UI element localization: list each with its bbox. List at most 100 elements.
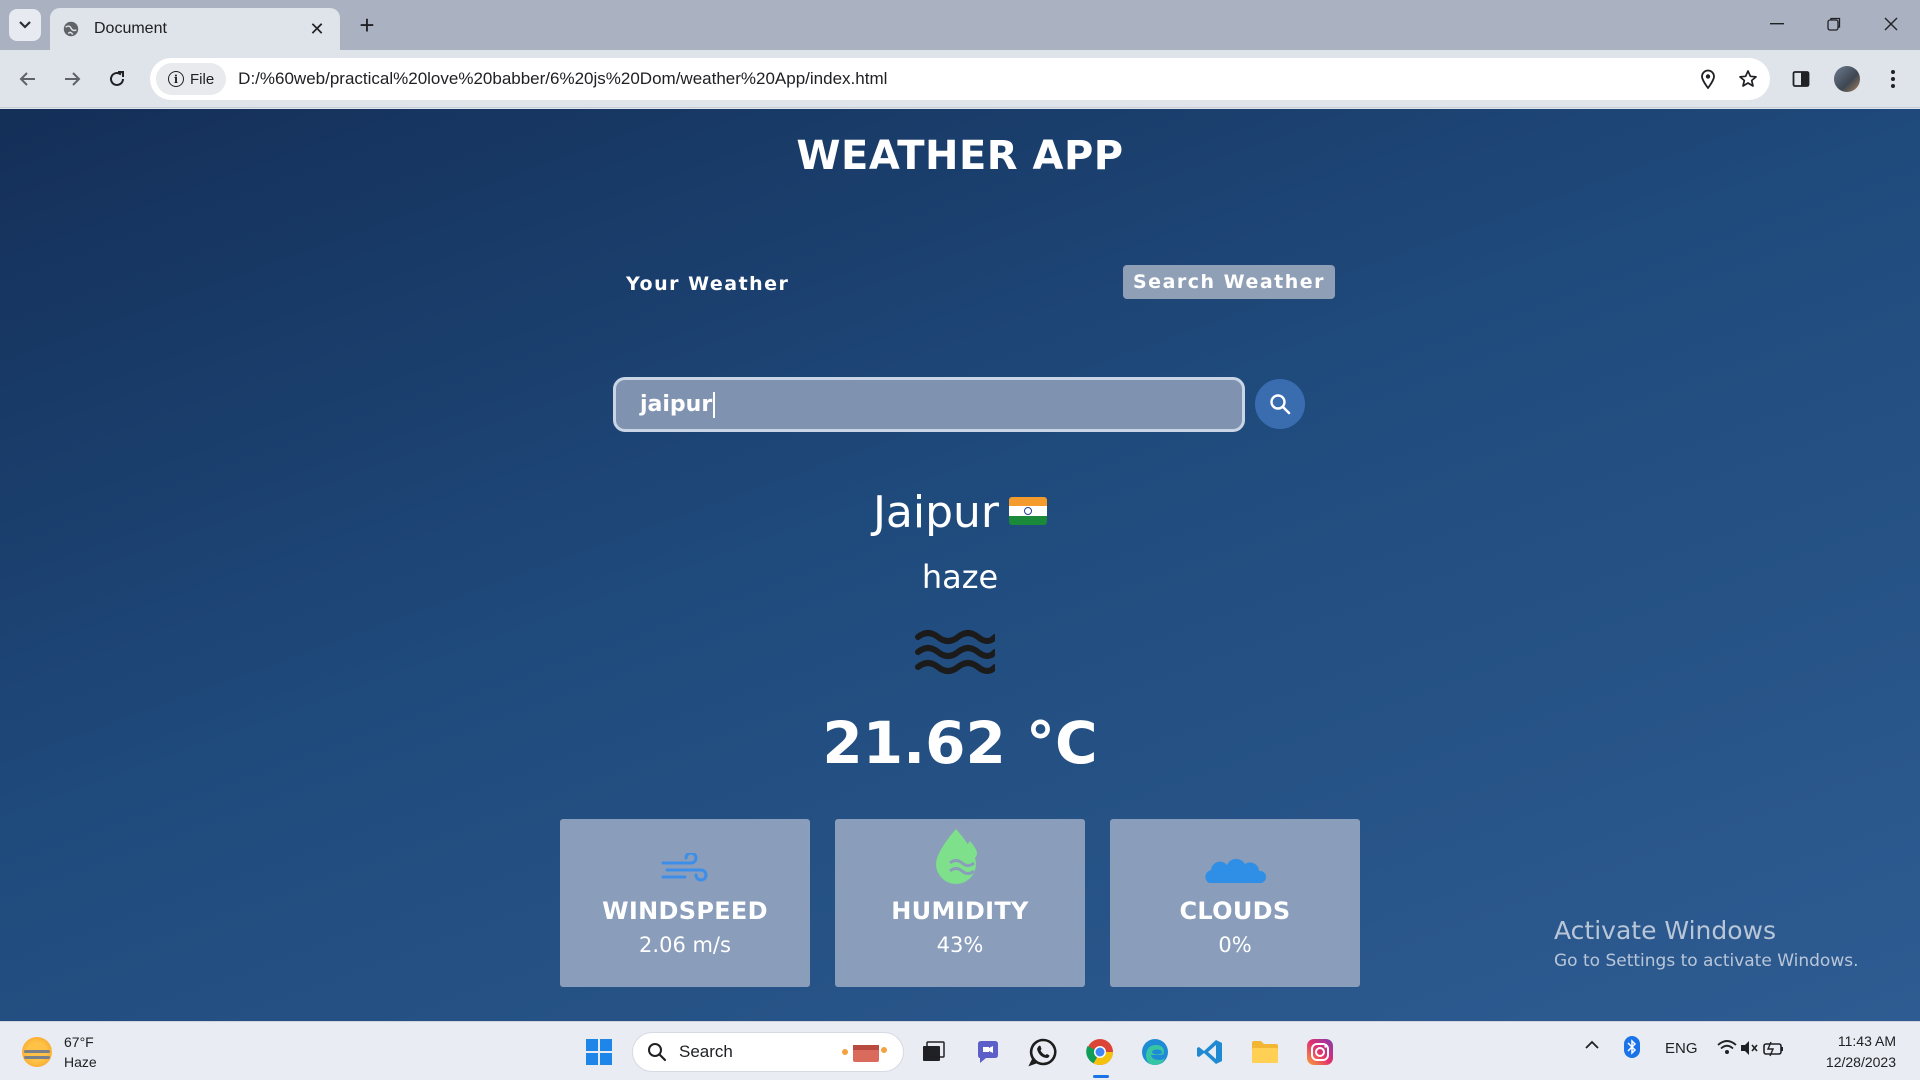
minimize-icon (1770, 23, 1784, 25)
whatsapp-icon (1028, 1038, 1057, 1067)
browser-tabbar: Document ✕ + (0, 0, 1920, 50)
clouds-label: CLOUDS (1179, 897, 1291, 925)
browser-tab[interactable]: Document ✕ (50, 8, 340, 50)
humidity-card: HUMIDITY 43% (835, 819, 1085, 987)
instagram-button[interactable] (1300, 1032, 1340, 1072)
bluetooth-tray-button[interactable] (1624, 1036, 1640, 1062)
task-view-icon (923, 1041, 945, 1061)
city-search-input[interactable]: jaipur (613, 377, 1245, 432)
wind-icon (661, 853, 708, 882)
folder-icon (1252, 1041, 1278, 1063)
close-icon (1884, 17, 1898, 31)
windspeed-label: WINDSPEED (602, 897, 768, 925)
haze-icon (915, 630, 995, 674)
arrow-left-icon (19, 72, 35, 86)
widget-temperature: 67°F (64, 1034, 94, 1050)
restore-button[interactable] (1814, 8, 1854, 40)
chat-icon (978, 1041, 998, 1063)
search-button[interactable] (1255, 379, 1305, 429)
vscode-button[interactable] (1190, 1032, 1230, 1072)
bookmark-star-icon[interactable] (1730, 61, 1766, 97)
windspeed-value: 2.06 m/s (639, 933, 731, 957)
windspeed-card: WINDSPEED 2.06 m/s (560, 819, 810, 987)
activate-windows-watermark: Activate Windows Go to Settings to activ… (1554, 916, 1859, 971)
windows-logo-icon (586, 1039, 612, 1065)
forward-button[interactable] (56, 63, 88, 95)
close-tab-icon[interactable]: ✕ (306, 19, 328, 40)
task-view-button[interactable] (913, 1032, 953, 1072)
url-text[interactable]: D:/%60web/practical%20love%20babber/6%20… (238, 69, 1690, 89)
chevron-down-icon (19, 21, 31, 29)
wifi-icon (1717, 1040, 1737, 1054)
tab-title: Document (94, 20, 167, 37)
taskbar-search-box[interactable]: Search (632, 1032, 904, 1072)
calendar-highlight-icon (842, 1045, 887, 1062)
address-bar[interactable]: i File D:/%60web/practical%20love%20babb… (150, 58, 1770, 100)
reload-icon (110, 71, 124, 86)
file-explorer-button[interactable] (1245, 1032, 1285, 1072)
site-info-label: File (190, 70, 215, 88)
watermark-subtitle: Go to Settings to activate Windows. (1554, 951, 1859, 971)
browser-toolbar: i File D:/%60web/practical%20love%20babb… (0, 50, 1920, 108)
taskbar-clock[interactable]: 11:43 AM 12/28/2023 (1826, 1031, 1896, 1073)
weather-app-page: WEATHER APP Your Weather Search Weather … (0, 109, 1920, 1021)
india-flag-icon (1009, 497, 1048, 525)
reload-button[interactable] (101, 63, 133, 95)
city-name-row: Jaipur (0, 487, 1920, 538)
minimize-button[interactable] (1757, 8, 1797, 40)
vscode-icon (1197, 1040, 1222, 1064)
search-input-value: jaipur (640, 392, 713, 417)
whatsapp-button[interactable] (1023, 1032, 1063, 1072)
temperature: 21.62 °C (822, 709, 1098, 777)
side-panel-icon (1792, 71, 1810, 87)
back-button[interactable] (12, 63, 44, 95)
arrow-right-icon (65, 72, 81, 86)
globe-icon (63, 21, 79, 37)
edge-icon (1142, 1039, 1168, 1065)
watermark-title: Activate Windows (1554, 916, 1776, 945)
city-name: Jaipur (872, 487, 1000, 538)
humidity-label: HUMIDITY (891, 897, 1029, 925)
edge-button[interactable] (1135, 1032, 1175, 1072)
avatar (1834, 66, 1860, 92)
menu-button[interactable] (1875, 63, 1911, 95)
windows-taskbar: 67°F Haze Search ENG 11:43 AM 12/28/2023 (0, 1021, 1920, 1080)
active-app-indicator (1093, 1075, 1109, 1078)
close-window-button[interactable] (1871, 8, 1911, 40)
cloud-icon (1205, 858, 1267, 883)
weather-widget[interactable]: 67°F Haze (22, 1032, 97, 1072)
side-panel-button[interactable] (1783, 63, 1819, 95)
clock-time: 11:43 AM (1837, 1033, 1896, 1049)
widget-condition: Haze (64, 1054, 97, 1070)
bluetooth-icon (1624, 1036, 1640, 1058)
more-vertical-icon (1891, 70, 1895, 88)
network-volume-battery-group[interactable] (1717, 1038, 1787, 1062)
app-title: WEATHER APP (796, 133, 1124, 179)
tab-your-weather[interactable]: Your Weather (614, 267, 801, 301)
language-indicator[interactable]: ENG (1665, 1040, 1698, 1057)
chrome-icon (1086, 1039, 1114, 1066)
clouds-value: 0% (1218, 933, 1252, 957)
teams-chat-button[interactable] (968, 1032, 1008, 1072)
start-button[interactable] (579, 1032, 619, 1072)
profile-button[interactable] (1829, 63, 1865, 95)
tab-search-menu-button[interactable] (9, 9, 41, 41)
chevron-up-icon (1585, 1040, 1599, 1049)
text-caret (713, 391, 716, 418)
search-icon (1270, 394, 1291, 415)
site-info-chip[interactable]: i File (156, 63, 227, 95)
humidity-icon (936, 829, 977, 884)
weather-description: haze (921, 558, 999, 596)
clock-date: 12/28/2023 (1825, 1054, 1896, 1070)
search-icon (648, 1043, 667, 1062)
clouds-card: CLOUDS 0% (1110, 819, 1360, 987)
show-hidden-icons-button[interactable] (1584, 1037, 1600, 1057)
battery-icon (1763, 1041, 1783, 1057)
instagram-icon (1307, 1039, 1333, 1065)
humidity-value: 43% (936, 933, 984, 957)
location-icon[interactable] (1690, 61, 1726, 97)
chrome-button[interactable] (1080, 1032, 1120, 1078)
taskbar-search-label: Search (679, 1042, 733, 1061)
new-tab-button[interactable]: + (352, 10, 382, 40)
tab-search-weather[interactable]: Search Weather (1123, 265, 1336, 299)
